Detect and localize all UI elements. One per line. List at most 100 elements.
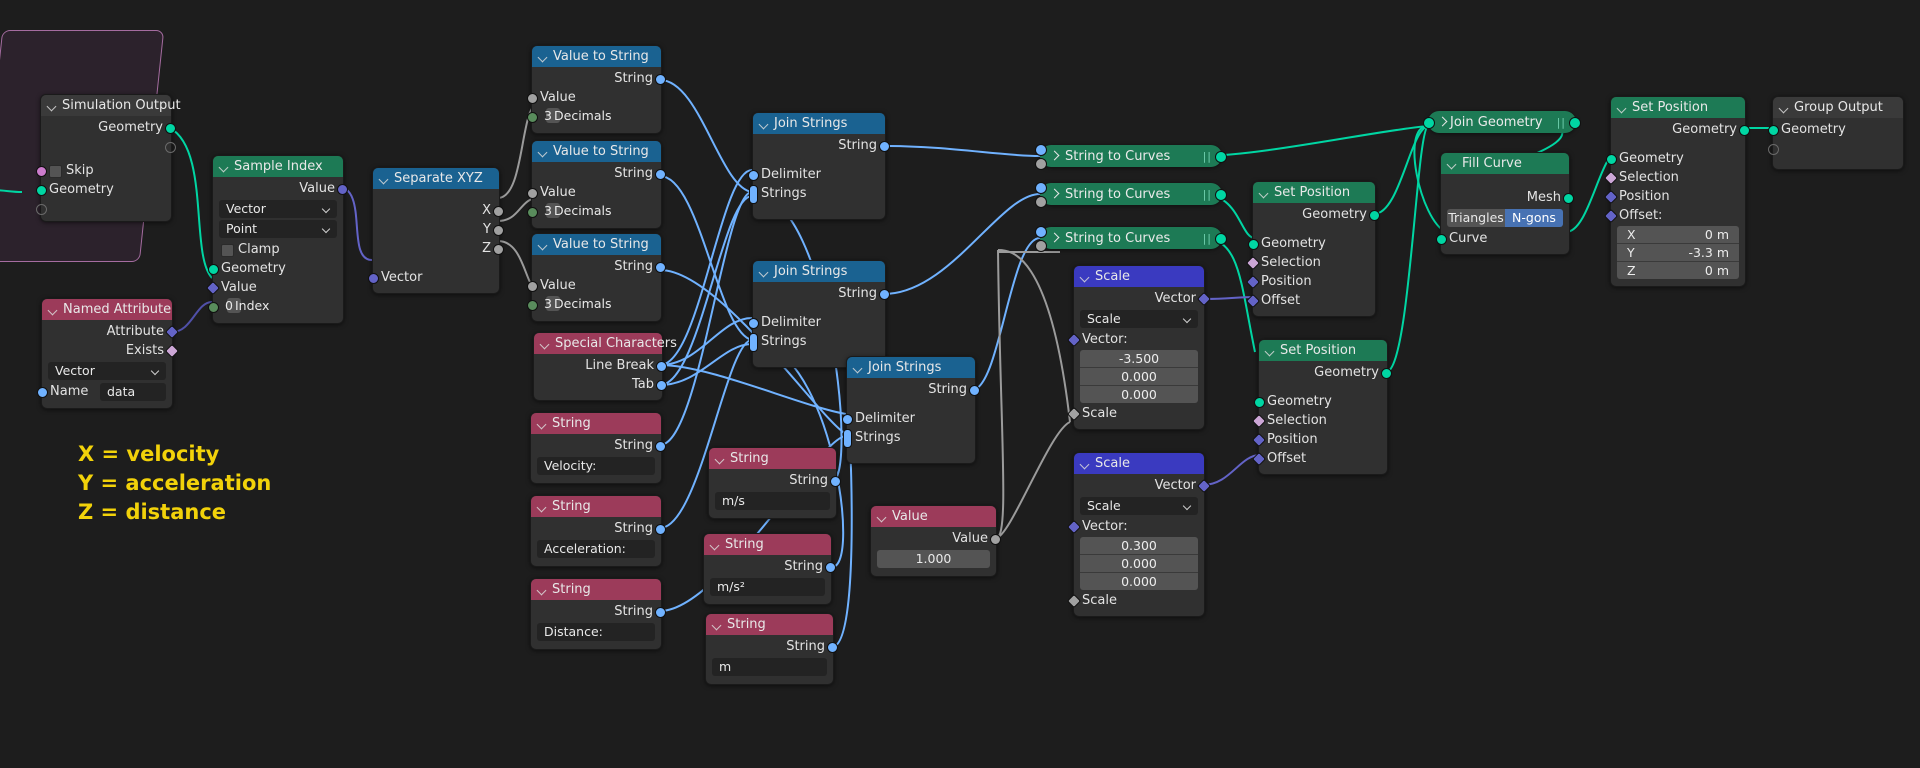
- node-named-attribute[interactable]: Named Attribute Attribute Exists Vector …: [37, 298, 180, 409]
- vector-y-field[interactable]: 0.000: [1080, 554, 1198, 572]
- node-string-distance[interactable]: String String Distance:: [530, 578, 666, 650]
- decimals-field[interactable]: Decimals 3: [544, 108, 611, 123]
- expand-chevron-icon[interactable]: [1438, 117, 1445, 127]
- node-string-ms2[interactable]: String String m/s²: [703, 533, 836, 605]
- vector-z-field[interactable]: 0.000: [1080, 572, 1198, 590]
- node-header[interactable]: Value to String: [532, 46, 661, 67]
- collapse-chevron-icon[interactable]: [538, 146, 549, 157]
- socket-string-output[interactable]: [879, 141, 890, 152]
- socket-value-output[interactable]: [337, 184, 348, 195]
- socket-scale-input[interactable]: [1066, 593, 1082, 609]
- socket-extend-input[interactable]: [1768, 144, 1779, 155]
- socket-string-output[interactable]: [827, 642, 838, 653]
- socket-vector-input[interactable]: [1066, 332, 1082, 348]
- collapse-chevron-icon[interactable]: [1617, 102, 1628, 113]
- node-header[interactable]: Fill Curve: [1441, 153, 1569, 174]
- socket-strings-input-multi[interactable]: [843, 429, 852, 448]
- node-set-position-1[interactable]: Set Position Geometry Geometry Selection…: [1245, 181, 1380, 317]
- name-text-field[interactable]: data: [100, 383, 166, 401]
- node-string-ms[interactable]: String String m/s: [708, 447, 841, 519]
- socket-string-input[interactable]: [1035, 182, 1047, 194]
- data-type-dropdown[interactable]: Vector: [48, 362, 166, 380]
- index-field[interactable]: Index 0: [225, 298, 269, 313]
- socket-offset-input[interactable]: [1245, 293, 1261, 309]
- socket-size-input[interactable]: [1035, 196, 1047, 208]
- collapse-chevron-icon[interactable]: [1779, 102, 1790, 113]
- socket-tab-output[interactable]: [656, 380, 667, 391]
- node-sample-index[interactable]: Sample Index Value Vector Point Clamp Ge…: [205, 155, 348, 324]
- collapse-chevron-icon[interactable]: [537, 584, 548, 595]
- node-header[interactable]: Value to String: [532, 141, 661, 162]
- vector-x-field[interactable]: 0.300: [1080, 537, 1198, 554]
- node-header[interactable]: Separate XYZ: [373, 168, 499, 189]
- socket-strings-input-multi[interactable]: [749, 333, 758, 352]
- node-header[interactable]: Group Output: [1773, 97, 1903, 118]
- collapse-chevron-icon[interactable]: [715, 453, 726, 464]
- node-separate-xyz[interactable]: Separate XYZ X Y Z Vector: [368, 167, 504, 294]
- node-header[interactable]: Special Characters: [534, 333, 677, 354]
- socket-string-output[interactable]: [879, 289, 890, 300]
- data-type-dropdown[interactable]: Vector: [219, 200, 337, 218]
- socket-delimiter-input[interactable]: [748, 318, 759, 329]
- fill-mode-ngons[interactable]: N-gons: [1505, 209, 1563, 227]
- socket-offset-input[interactable]: [1603, 208, 1619, 224]
- node-set-position-2[interactable]: Set Position Geometry Geometry Selection…: [1251, 339, 1392, 475]
- node-header[interactable]: Set Position: [1253, 182, 1375, 203]
- socket-string-input[interactable]: [1035, 144, 1047, 156]
- collapse-chevron-icon[interactable]: [538, 239, 549, 250]
- socket-decimals-input[interactable]: [527, 112, 538, 123]
- collapse-chevron-icon[interactable]: [1080, 458, 1091, 469]
- node-header[interactable]: Value to String: [532, 234, 661, 255]
- node-header[interactable]: Value: [871, 506, 996, 527]
- socket-size-input[interactable]: [1035, 158, 1047, 170]
- node-set-position-3[interactable]: Set Position Geometry Geometry Selection…: [1603, 96, 1750, 287]
- socket-string-output[interactable]: [655, 607, 666, 618]
- socket-position-input[interactable]: [1245, 274, 1261, 290]
- socket-scale-input[interactable]: [1066, 406, 1082, 422]
- collapse-chevron-icon[interactable]: [219, 161, 230, 172]
- socket-geometry-output[interactable]: [1739, 125, 1750, 136]
- node-group-output[interactable]: Group Output Geometry: [1768, 96, 1904, 170]
- vector-y-field[interactable]: 0.000: [1080, 367, 1198, 385]
- socket-value-input[interactable]: [527, 281, 538, 292]
- node-header[interactable]: String: [531, 579, 661, 600]
- socket-string-output[interactable]: [655, 169, 666, 180]
- node-string-to-curves-3[interactable]: String to Curves ||: [1035, 226, 1227, 252]
- string-text-field[interactable]: Velocity:: [537, 457, 655, 475]
- collapse-chevron-icon[interactable]: [1080, 271, 1091, 282]
- socket-string-output[interactable]: [655, 441, 666, 452]
- socket-skip-input[interactable]: [36, 166, 47, 177]
- node-value[interactable]: Value Value 1.000: [870, 505, 1001, 577]
- node-header[interactable]: Scale: [1074, 266, 1204, 287]
- socket-curve-instances-output[interactable]: [1215, 151, 1227, 163]
- vector-x-field[interactable]: -3.500: [1080, 350, 1198, 367]
- socket-strings-input-multi[interactable]: [749, 185, 758, 204]
- socket-geometry-input[interactable]: [1254, 397, 1265, 408]
- skip-checkbox[interactable]: [49, 165, 62, 178]
- socket-position-input[interactable]: [1603, 189, 1619, 205]
- socket-geometry-output[interactable]: [1381, 368, 1392, 379]
- socket-geometry-input[interactable]: [1248, 239, 1259, 250]
- node-scale-2[interactable]: Scale Vector Scale Vector: 0.300 0.000 0…: [1066, 452, 1212, 617]
- node-header[interactable]: String: [706, 614, 833, 635]
- socket-z-output[interactable]: [493, 244, 504, 255]
- socket-geometry-input-multi[interactable]: [1423, 117, 1435, 129]
- clamp-checkbox[interactable]: [221, 244, 234, 257]
- string-text-field[interactable]: m/s²: [710, 578, 825, 596]
- node-header[interactable]: String: [704, 534, 831, 555]
- socket-value-input[interactable]: [205, 280, 221, 296]
- socket-string-output[interactable]: [825, 562, 836, 573]
- collapse-chevron-icon[interactable]: [759, 118, 770, 129]
- node-value-to-string-2[interactable]: Value to String String Value Decimals 3: [527, 140, 666, 229]
- node-value-to-string-1[interactable]: Value to String String Value Decimals 3: [527, 45, 666, 134]
- socket-curve-instances-output[interactable]: [1215, 233, 1227, 245]
- socket-mesh-output[interactable]: [1563, 193, 1574, 204]
- socket-geometry-input[interactable]: [208, 264, 219, 275]
- socket-size-input[interactable]: [1035, 240, 1047, 252]
- collapse-chevron-icon[interactable]: [710, 539, 721, 550]
- socket-geometry-output[interactable]: [165, 123, 176, 134]
- socket-vector-input[interactable]: [368, 273, 379, 284]
- socket-extend-input[interactable]: [36, 204, 47, 215]
- decimals-field[interactable]: Decimals 3: [544, 296, 611, 311]
- node-header[interactable]: Scale: [1074, 453, 1204, 474]
